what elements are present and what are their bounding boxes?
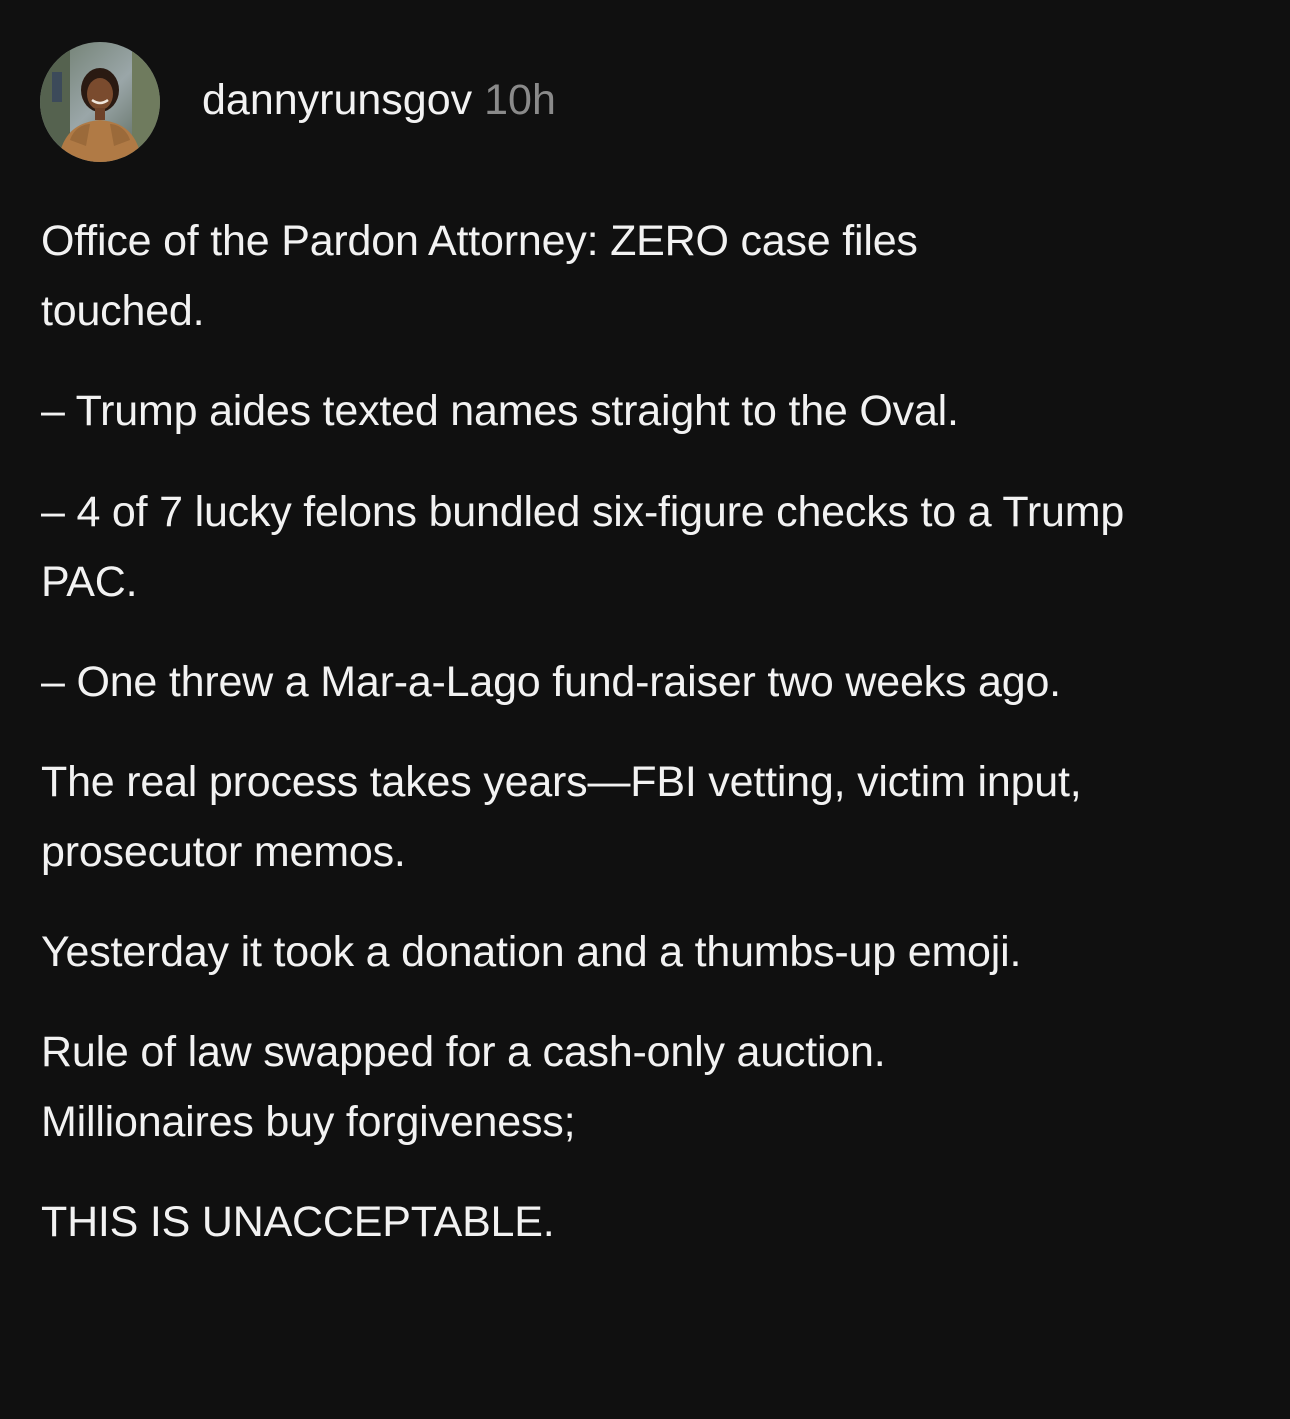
- post-paragraph: – Trump aides texted names straight to t…: [41, 387, 959, 435]
- profile-photo-icon: [40, 42, 160, 162]
- post-header: dannyrunsgov 10h: [40, 42, 556, 162]
- post-paragraph: – 4 of 7 lucky felons bundled six-figure…: [41, 488, 1125, 606]
- post-paragraph: – One threw a Mar-a-Lago fund-raiser two…: [41, 658, 1061, 706]
- post-paragraph: The real process takes years—FBI vetting…: [41, 758, 1082, 876]
- post-paragraph: Yesterday it took a donation and a thumb…: [41, 928, 1022, 976]
- post-paragraph: Office of the Pardon Attorney: ZERO case…: [41, 217, 918, 335]
- timestamp: 10h: [484, 75, 556, 124]
- avatar[interactable]: [40, 42, 160, 162]
- post-body: Office of the Pardon Attorney: ZERO case…: [41, 206, 1241, 1288]
- post-paragraph: THIS IS UNACCEPTABLE.: [41, 1198, 555, 1246]
- username-row: dannyrunsgov 10h: [202, 76, 556, 125]
- post: dannyrunsgov 10h Office of the Pardon At…: [0, 0, 1290, 1419]
- post-paragraph: Rule of law swapped for a cash-only auct…: [41, 1028, 886, 1146]
- username[interactable]: dannyrunsgov: [202, 76, 472, 125]
